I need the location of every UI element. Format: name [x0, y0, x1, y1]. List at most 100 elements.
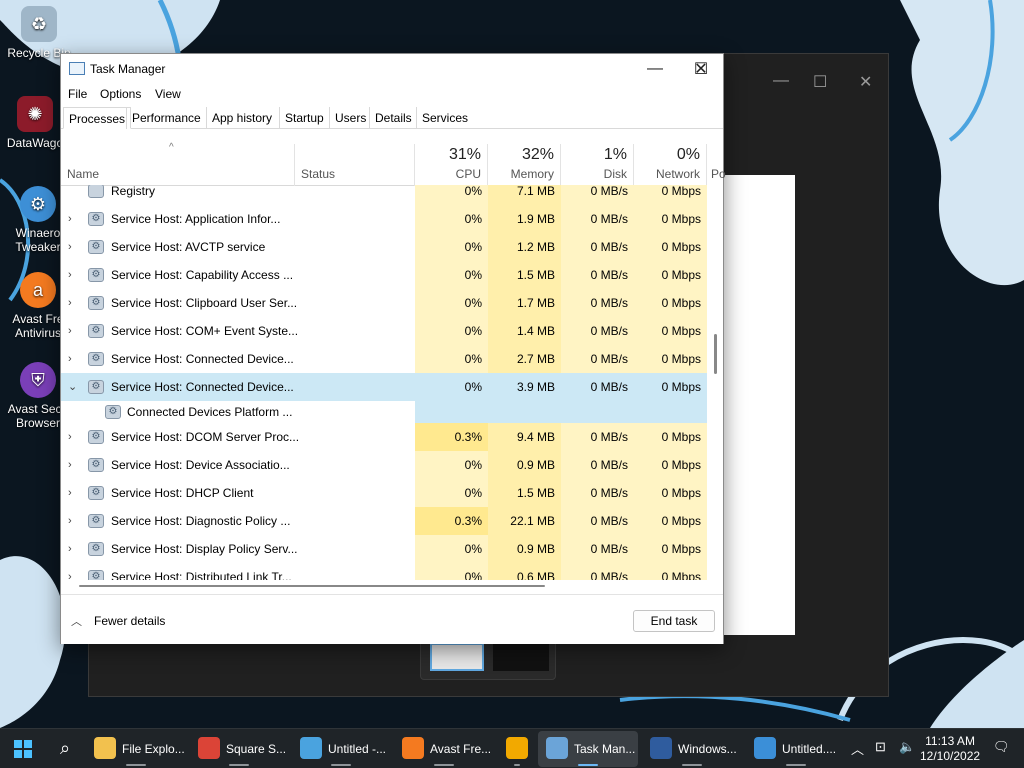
search-button[interactable]: ⌕ — [54, 737, 76, 759]
window-thumbnail-preview[interactable] — [420, 640, 556, 680]
end-task-button[interactable]: End task — [633, 610, 715, 632]
process-name: Service Host: Display Policy Serv... — [111, 542, 298, 556]
tab-bar: Processes Performance App history Startu… — [61, 107, 723, 129]
memory-value: 1.2 MB — [488, 233, 561, 261]
process-name: Service Host: Device Associatio... — [111, 458, 290, 472]
expand-icon[interactable]: › — [68, 345, 78, 373]
table-row[interactable]: › ⚙ Service Host: AVCTP service 0% 1.2 MB 0 M… — [61, 233, 707, 261]
taskbar-app-paint[interactable]: Untitled -... — [292, 731, 390, 767]
tab-startup[interactable]: Startup — [279, 107, 329, 129]
tab-app-history[interactable]: App history — [206, 107, 277, 129]
thumbnail-2[interactable] — [493, 643, 549, 671]
taskbar-app-avast-browser[interactable] — [502, 731, 532, 767]
collapse-icon[interactable]: ⌄ — [68, 373, 78, 401]
process-name: Service Host: Capability Access ... — [111, 268, 294, 282]
horizontal-scroll-thumb[interactable] — [79, 585, 545, 587]
tab-users[interactable]: Users — [329, 107, 371, 129]
system-clock[interactable]: 11:13 AM 12/10/2022 — [920, 734, 980, 764]
expand-icon[interactable]: › — [68, 317, 78, 345]
expand-icon[interactable]: › — [68, 423, 78, 451]
disk-value: 0 MB/s — [561, 479, 634, 507]
column-status[interactable]: Status — [295, 144, 415, 186]
taskbar-app-chrome[interactable]: Square S... — [190, 731, 288, 767]
background-window-content — [722, 175, 795, 635]
table-row[interactable]: › ⚙ Service Host: Device Associatio... 0% 0.… — [61, 451, 707, 479]
process-name: Registry — [111, 185, 156, 198]
table-row[interactable]: Registry 0% 7.1 MB 0 MB/s 0 Mbps — [61, 185, 707, 205]
vertical-scrollbar[interactable] — [708, 144, 723, 580]
service-gear-icon: ⚙ — [88, 324, 104, 338]
minimize-button[interactable]: — — [632, 54, 678, 84]
expand-icon[interactable]: › — [68, 205, 78, 233]
table-row[interactable]: › ⚙ Service Host: Diagnostic Policy ... 0.3… — [61, 507, 707, 535]
network-value: 0 Mbps — [634, 507, 707, 535]
menu-view[interactable]: View — [155, 87, 181, 101]
chevron-up-icon[interactable]: ︿ — [71, 613, 82, 629]
chevron-up-icon[interactable]: ︿ — [851, 739, 864, 758]
memory-value: 9.4 MB — [488, 423, 561, 451]
table-row[interactable]: ⌄ ⚙ Service Host: Connected Device... 0% 3.9… — [61, 373, 707, 401]
notification-icon[interactable]: 🗨 — [993, 739, 1010, 755]
horizontal-scrollbar[interactable] — [61, 580, 707, 592]
table-row[interactable]: › ⚙ Service Host: Clipboard User Ser... 0% 1… — [61, 289, 707, 317]
disk-value — [561, 401, 634, 423]
column-name[interactable]: Name — [61, 144, 295, 186]
expand-icon[interactable]: › — [68, 563, 78, 580]
expand-icon[interactable]: › — [68, 233, 78, 261]
bg-maximize-icon[interactable]: ☐ — [813, 72, 827, 92]
cpu-total: 31% — [448, 146, 481, 163]
menu-file[interactable]: File — [68, 87, 87, 101]
bg-close-icon[interactable]: ✕ — [859, 72, 872, 92]
tab-performance[interactable]: Performance — [126, 107, 206, 129]
memory-value: 1.4 MB — [488, 317, 561, 345]
close-button[interactable]: ✕ — [678, 54, 724, 84]
desktop-icon-recycle-bin[interactable]: ♻ Recycle Bin — [1, 6, 77, 60]
network-icon[interactable]: ⊡ — [875, 739, 886, 755]
taskbar-app-paint[interactable]: Untitled.... — [746, 731, 846, 767]
table-row[interactable]: › ⚙ Service Host: Connected Device... 0% 2.7… — [61, 345, 707, 373]
tab-processes[interactable]: Processes — [63, 107, 132, 129]
column-network[interactable]: 0% Network — [634, 144, 707, 186]
cpu-value: 0% — [415, 289, 488, 317]
table-row[interactable]: › ⚙ Service Host: DCOM Server Proc... 0.3% 9… — [61, 423, 707, 451]
volume-icon[interactable]: 🔈 — [899, 739, 915, 755]
expand-icon[interactable]: › — [68, 261, 78, 289]
task-manager-icon — [69, 62, 85, 75]
table-row-child[interactable]: ⚙ Connected Devices Platform ... — [61, 401, 707, 423]
expand-icon[interactable]: › — [68, 289, 78, 317]
thumbnail-1[interactable] — [430, 643, 484, 671]
memory-value: 0.9 MB — [488, 451, 561, 479]
fewer-details-link[interactable]: Fewer details — [94, 614, 165, 628]
table-row[interactable]: › ⚙ Service Host: COM+ Event Syste... 0% 1.4… — [61, 317, 707, 345]
table-row[interactable]: › ⚙ Service Host: DHCP Client 0% 1.5 MB 0 MB/… — [61, 479, 707, 507]
taskbar-app-avast[interactable]: Avast Fre... — [394, 731, 494, 767]
bg-minimize-icon[interactable]: — — [773, 72, 789, 90]
taskbar-app-file-explorer[interactable]: File Explo... — [86, 731, 186, 767]
column-cpu[interactable]: 31% CPU — [415, 144, 488, 186]
column-memory[interactable]: 32% Memory — [488, 144, 561, 186]
vertical-scroll-thumb[interactable] — [714, 334, 717, 374]
menu-options[interactable]: Options — [100, 87, 141, 101]
start-button[interactable] — [12, 738, 34, 760]
tab-services[interactable]: Services — [416, 107, 473, 129]
expand-icon[interactable]: › — [68, 535, 78, 563]
tab-details[interactable]: Details — [369, 107, 417, 129]
clock-time: 11:13 AM — [925, 734, 975, 748]
memory-value: 22.1 MB — [488, 507, 561, 535]
expand-icon[interactable]: › — [68, 479, 78, 507]
taskbar-app-label: Square S... — [226, 742, 287, 756]
table-row[interactable]: › ⚙ Service Host: Display Policy Serv... 0%… — [61, 535, 707, 563]
disk-value: 0 MB/s — [561, 205, 634, 233]
title-bar[interactable]: Task Manager — ☐ ✕ — [61, 54, 723, 84]
cpu-value: 0% — [415, 563, 488, 580]
table-row[interactable]: › ⚙ Service Host: Distributed Link Tr... 0%… — [61, 563, 707, 580]
table-row[interactable]: › ⚙ Service Host: Capability Access ... 0% 1… — [61, 261, 707, 289]
column-disk[interactable]: 1% Disk — [561, 144, 634, 186]
table-row[interactable]: › ⚙ Service Host: Application Infor... 0% 1.… — [61, 205, 707, 233]
taskbar-app-task-manager[interactable]: Task Man... — [538, 731, 638, 767]
expand-icon[interactable]: › — [68, 451, 78, 479]
network-value: 0 Mbps — [634, 345, 707, 373]
expand-icon[interactable]: › — [68, 507, 78, 535]
disk-value: 0 MB/s — [561, 563, 634, 580]
taskbar-app-powershell[interactable]: Windows... — [642, 731, 742, 767]
